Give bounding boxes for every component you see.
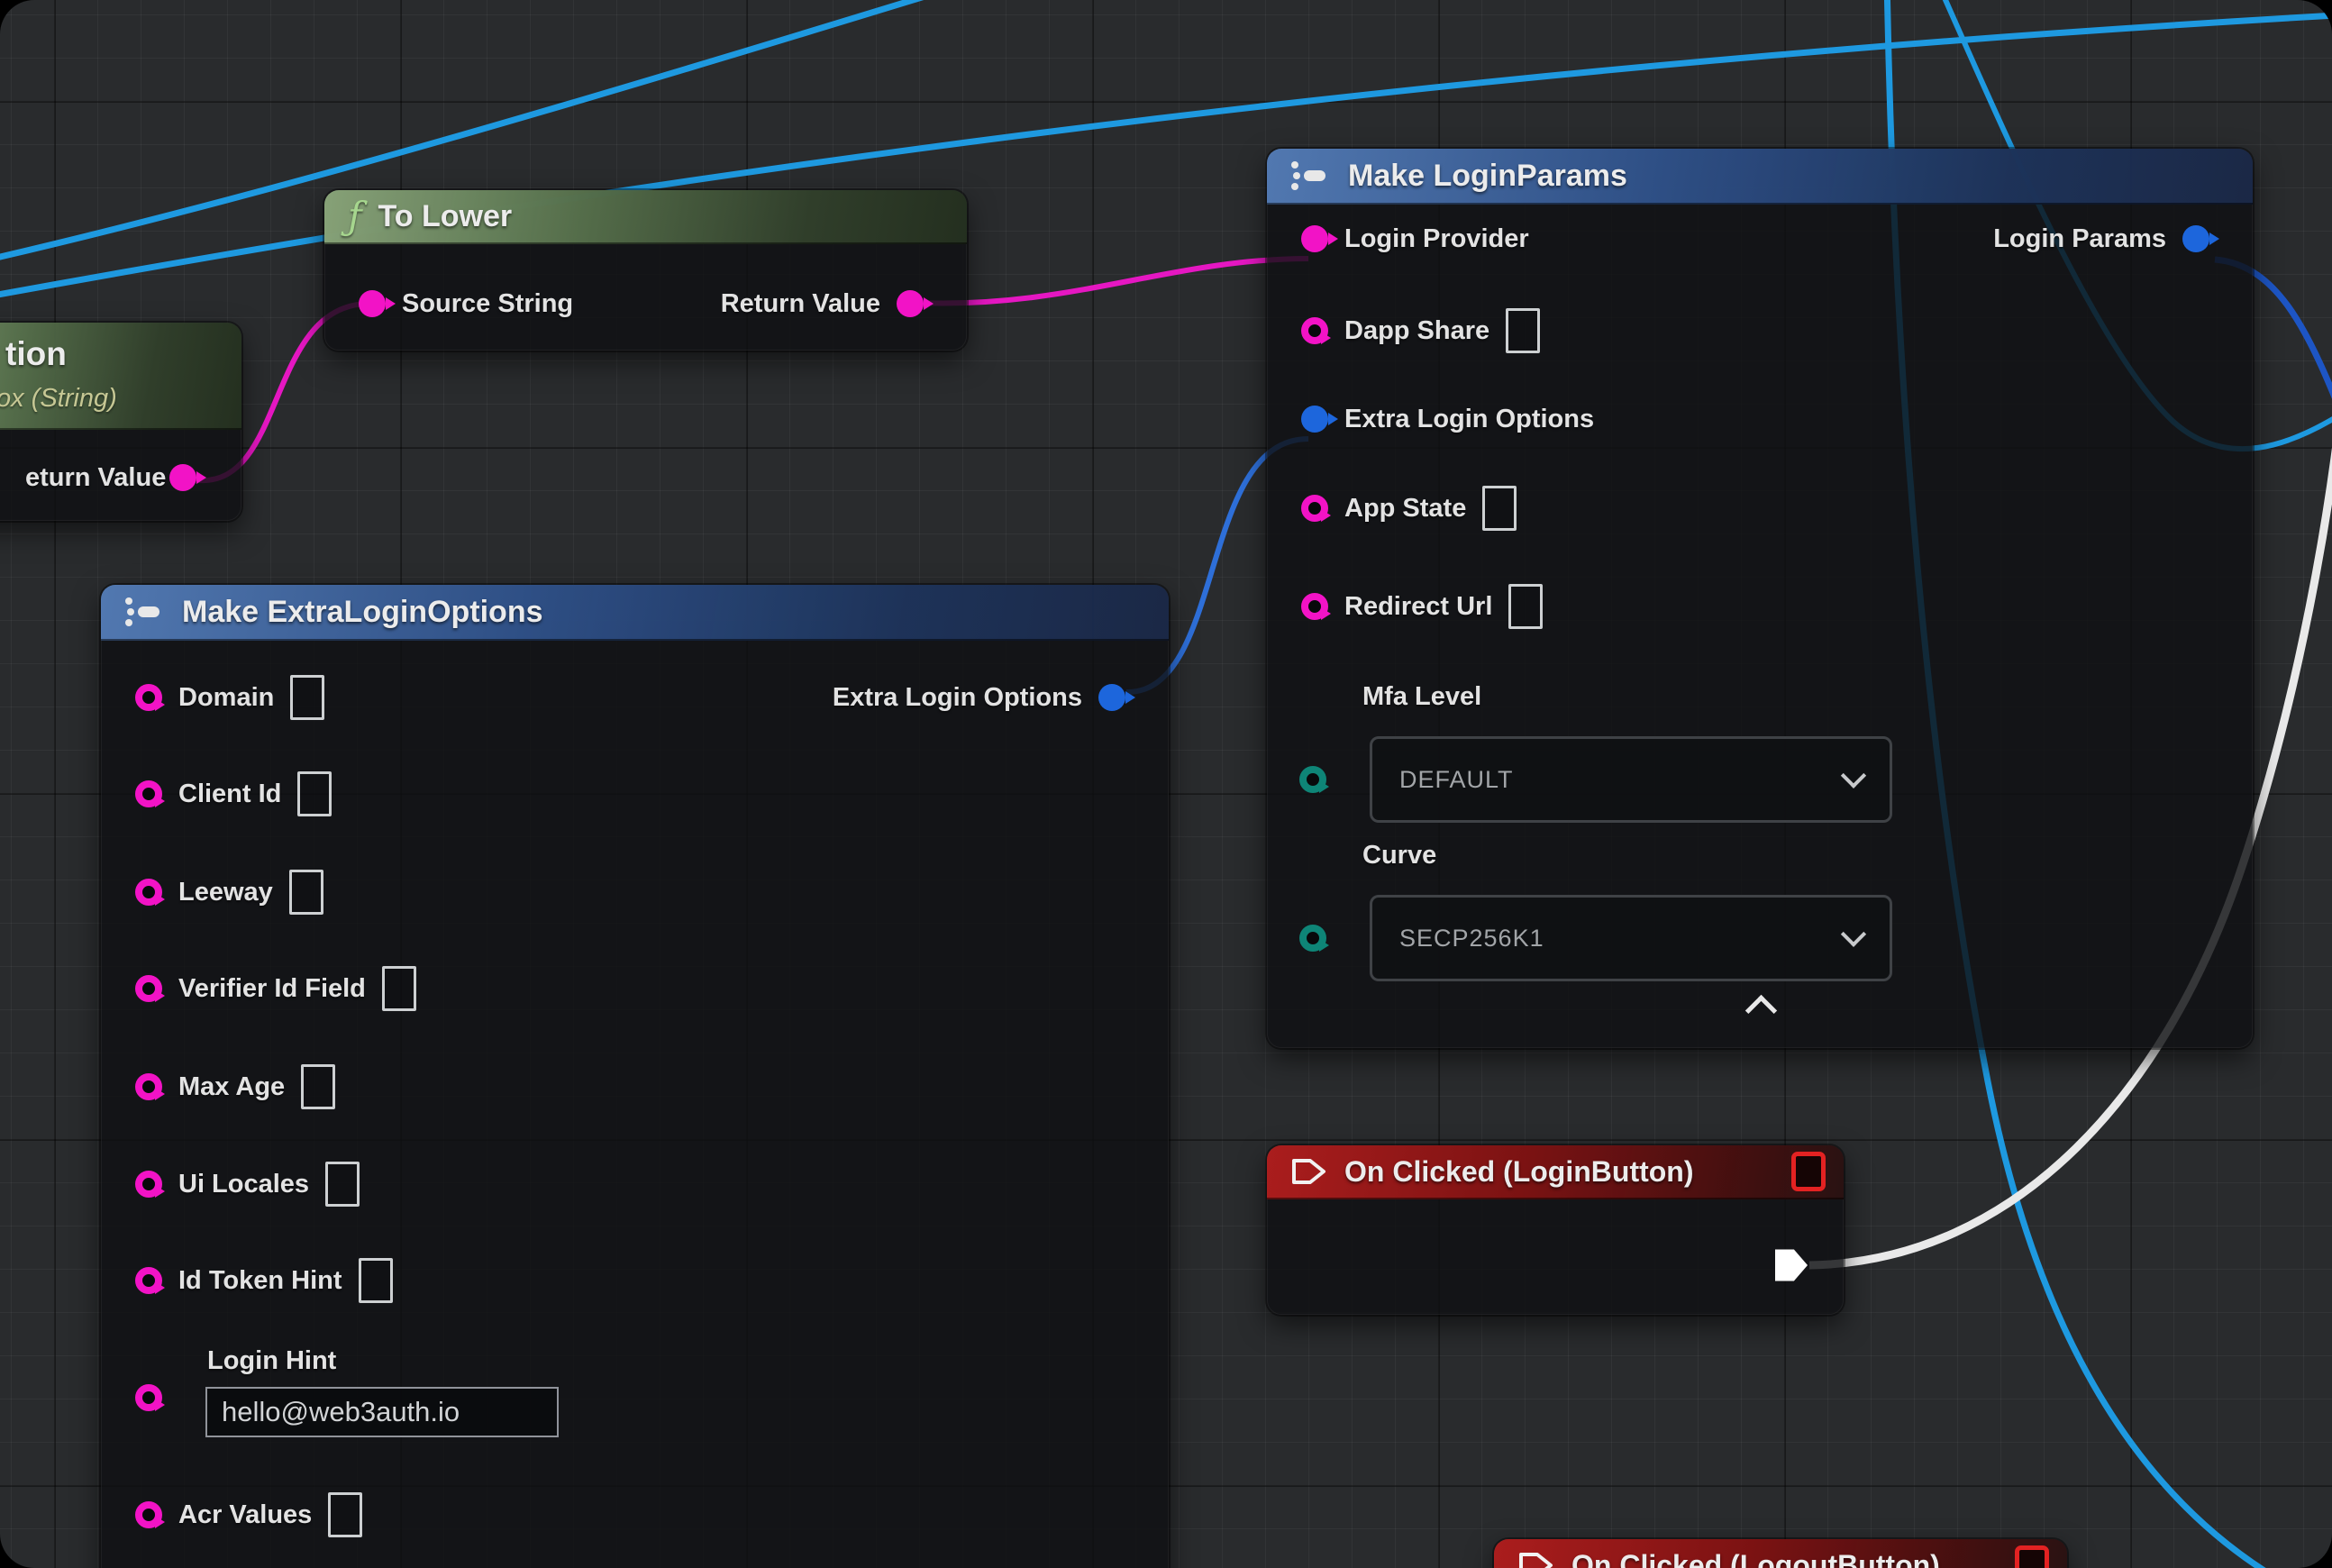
node-title: To Lower [378,199,513,234]
node-to-lower[interactable]: ƒ To Lower Source String Return Value [324,190,967,351]
blueprint-canvas[interactable]: tion ox (String) eturn Value ƒ To Lower … [0,0,2332,1568]
node-onclicked-logoutbutton[interactable]: On Clicked (LogoutButton) [1494,1539,2067,1568]
pin-exec-out[interactable] [1775,1248,1808,1282]
node-header: Make LoginParams [1267,149,2253,205]
checkbox-id-token-hint[interactable] [359,1258,393,1303]
node-make-loginparams[interactable]: Make LoginParams Login Provider Login Pa… [1267,149,2253,1048]
node-make-extraloginoptions[interactable]: Make ExtraLoginOptions Domain Extra Logi… [101,585,1169,1568]
node-title: On Clicked (LoginButton) [1344,1155,1694,1189]
event-icon [1290,1156,1328,1187]
node-title: On Clicked (LogoutButton) [1571,1549,1940,1568]
pin-redirect-url[interactable] [1301,593,1328,620]
make-struct-icon [124,597,166,627]
pin-ui-locales[interactable] [135,1171,162,1198]
pin-login-hint[interactable] [135,1384,162,1411]
pin-source-string[interactable] [359,290,386,317]
pin-label-dapp-share: Dapp Share [1344,316,1489,346]
checkbox-ui-locales[interactable] [325,1162,360,1207]
pin-label-login-hint: Login Hint [207,1346,336,1376]
node-string-source-partial[interactable]: tion ox (String) eturn Value [0,323,241,521]
pin-curve[interactable] [1299,925,1326,952]
pin-label-redirect-url: Redirect Url [1344,592,1492,622]
function-icon: ƒ [348,197,362,235]
pin-label-return-value: eturn Value [25,463,166,493]
node-header: ƒ To Lower [324,190,967,244]
pin-app-state[interactable] [1301,495,1328,522]
pin-mfa-level[interactable] [1299,766,1326,793]
checkbox-dapp-share[interactable] [1506,308,1540,353]
pin-leeway[interactable] [135,879,162,906]
pin-acr-values[interactable] [135,1501,162,1528]
make-struct-icon [1290,160,1332,191]
delegate-pin[interactable] [1791,1152,1826,1191]
pin-label-ui-locales: Ui Locales [178,1170,309,1199]
pin-label-mfa-level: Mfa Level [1362,682,1481,712]
curve-dropdown[interactable]: SECP256K1 [1370,895,1892,981]
event-icon [1517,1550,1555,1568]
curve-value: SECP256K1 [1399,925,1544,953]
wire-tolower-to-loginprovider[interactable] [921,259,1308,303]
pin-extra-login-options-out[interactable] [1098,684,1125,711]
checkbox-redirect-url[interactable] [1508,584,1543,629]
node-header: On Clicked (LogoutButton) [1494,1539,2067,1568]
checkbox-leeway[interactable] [289,870,323,915]
delegate-pin[interactable] [2015,1545,2049,1568]
checkbox-verifier-id-field[interactable] [382,966,416,1011]
pin-max-age[interactable] [135,1073,162,1100]
pin-return-value[interactable] [897,290,924,317]
node-onclicked-loginbutton[interactable]: On Clicked (LoginButton) [1267,1145,1844,1315]
pin-label-id-token-hint: Id Token Hint [178,1266,342,1296]
chevron-down-icon [1841,922,1866,947]
pin-label-leeway: Leeway [178,878,273,907]
pin-label-source-string: Source String [402,289,573,319]
node-header: On Clicked (LoginButton) [1267,1145,1844,1199]
collapse-node-chevron-icon[interactable] [1745,995,1777,1026]
checkbox-acr-values[interactable] [328,1492,362,1537]
node-subtitle-fragment: ox (String) [0,384,117,414]
pin-label-curve: Curve [1362,841,1436,871]
node-title-fragment: tion [5,335,67,373]
mfa-level-value: DEFAULT [1399,766,1514,794]
node-title: Make ExtraLoginOptions [182,595,543,630]
pin-label-extra-login-options-out: Extra Login Options [833,683,1082,713]
pin-label-return-value: Return Value [721,289,880,319]
pin-string-return-value[interactable] [169,464,196,491]
node-title: Make LoginParams [1348,159,1627,194]
pin-label-client-id: Client Id [178,779,281,809]
checkbox-app-state[interactable] [1482,486,1517,531]
pin-verifier-id-field[interactable] [135,975,162,1002]
pin-label-verifier-id-field: Verifier Id Field [178,974,366,1004]
mfa-level-dropdown[interactable]: DEFAULT [1370,736,1892,823]
checkbox-client-id[interactable] [297,771,332,816]
node-header: Make ExtraLoginOptions [101,585,1169,641]
pin-client-id[interactable] [135,780,162,807]
pin-id-token-hint[interactable] [135,1267,162,1294]
pin-label-acr-values: Acr Values [178,1500,312,1530]
chevron-down-icon [1841,763,1866,789]
checkbox-max-age[interactable] [301,1064,335,1109]
pin-dapp-share[interactable] [1301,317,1328,344]
pin-label-max-age: Max Age [178,1072,285,1102]
pin-login-params-out[interactable] [2182,225,2209,252]
pin-label-extra-login-options-in: Extra Login Options [1344,405,1594,434]
pin-label-app-state: App State [1344,494,1466,524]
login-hint-input[interactable] [205,1387,559,1437]
pin-extra-login-options-in[interactable] [1301,406,1328,433]
pin-label-login-params-out: Login Params [1993,224,2166,254]
